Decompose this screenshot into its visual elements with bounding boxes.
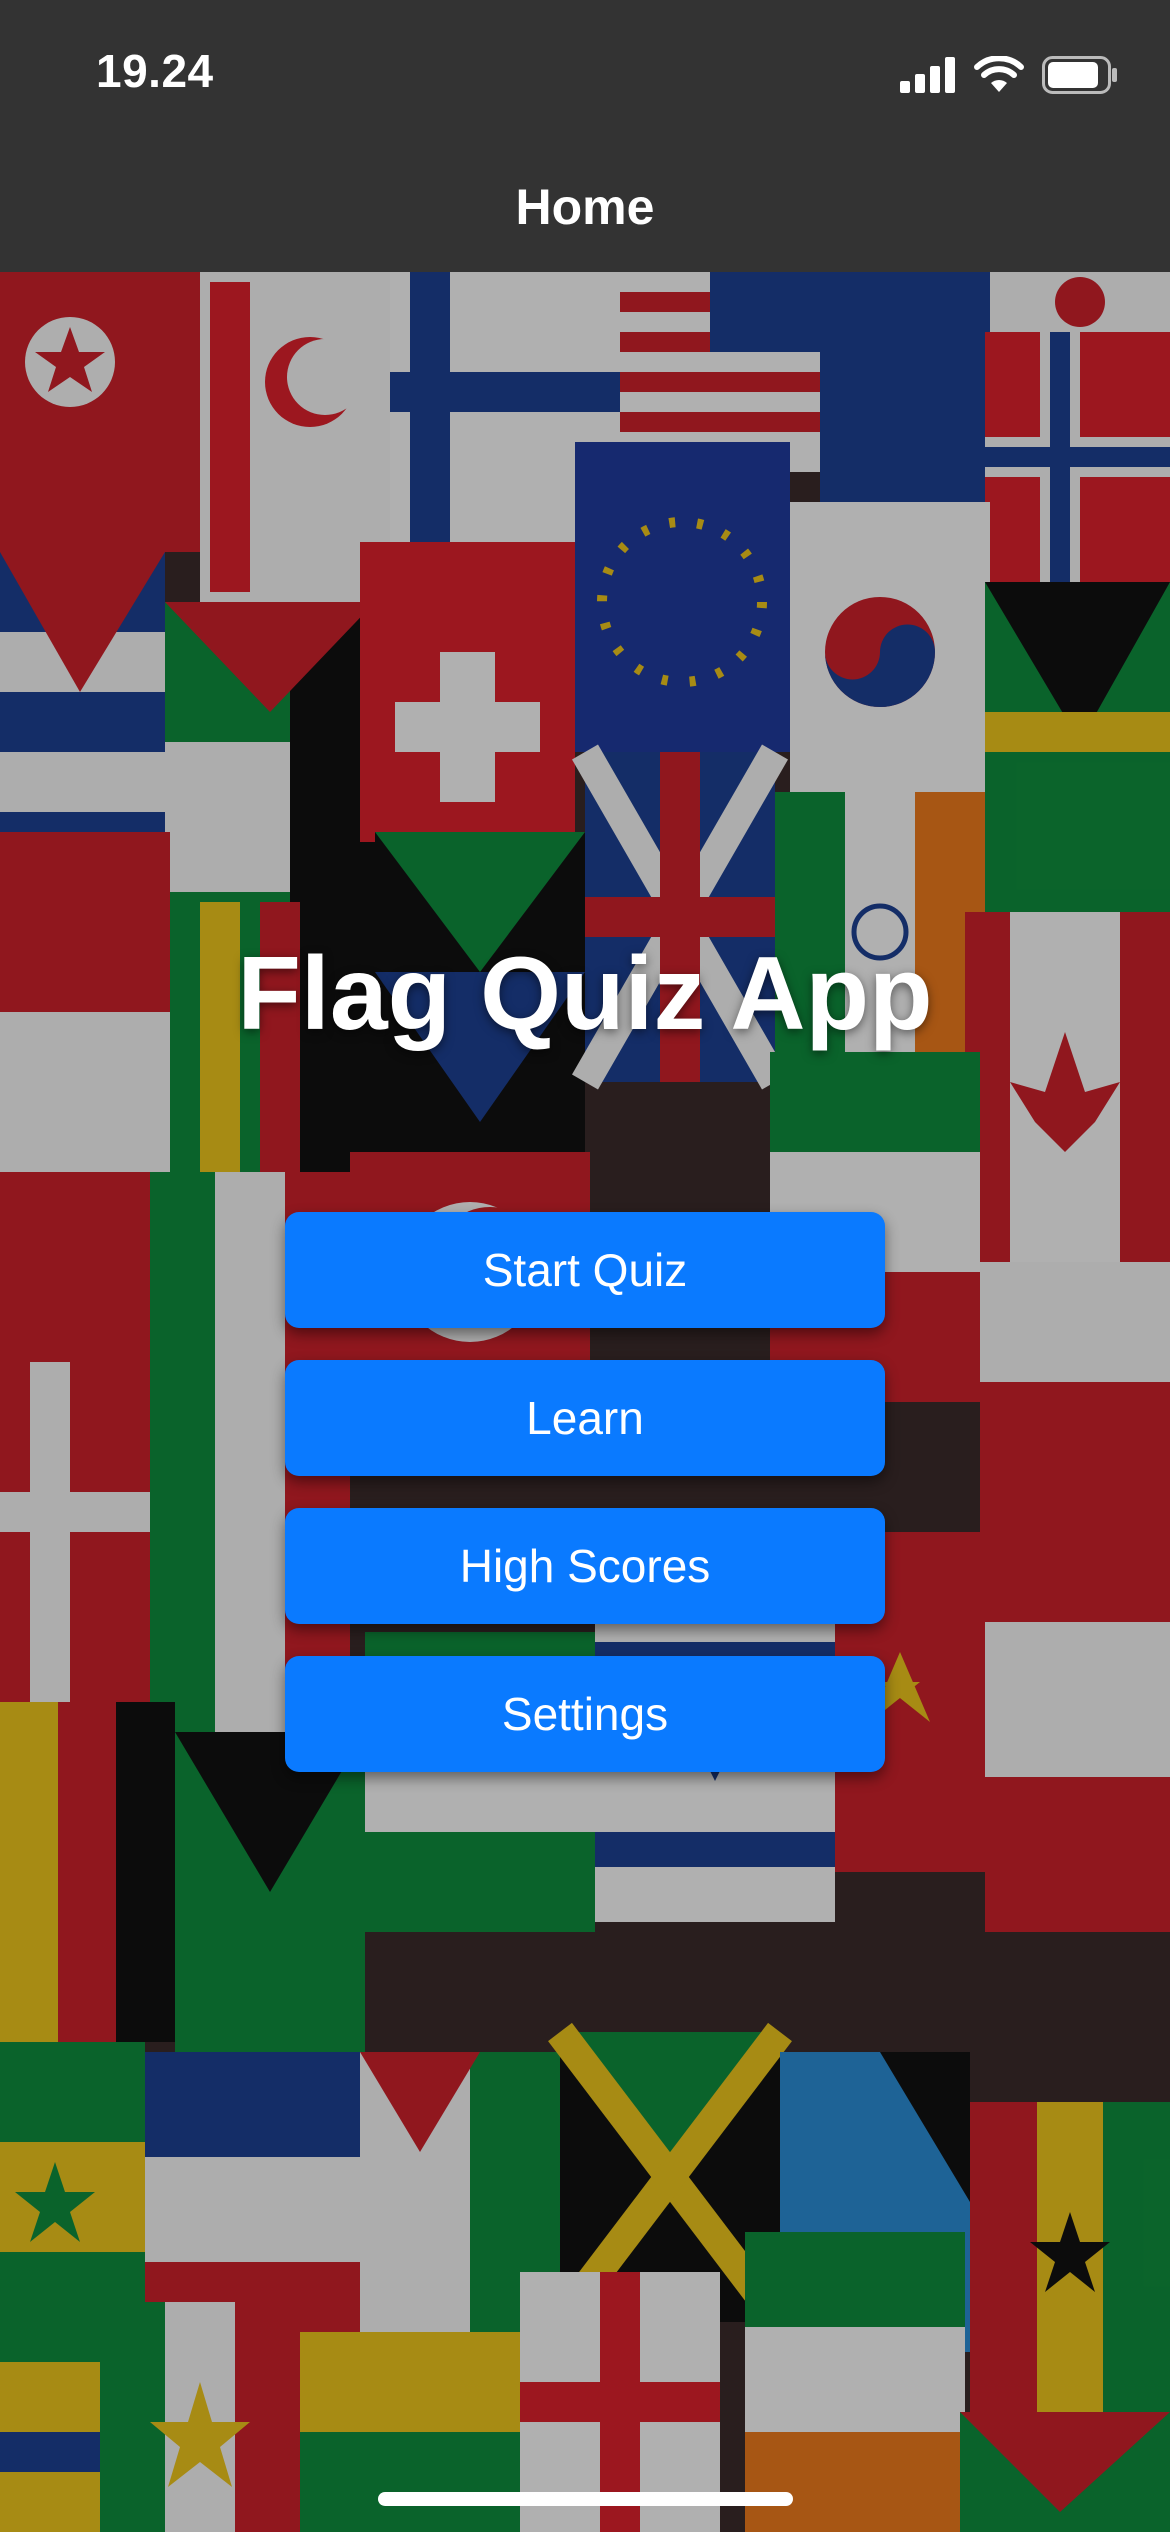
- status-time: 19.24: [96, 45, 214, 97]
- cellular-signal-icon: [900, 57, 955, 93]
- status-icons: [900, 52, 1118, 98]
- nav-title: Home: [515, 179, 655, 235]
- navigation-bar: Home: [0, 150, 1170, 273]
- settings-button[interactable]: Settings: [285, 1656, 885, 1772]
- battery-icon: [1042, 56, 1117, 94]
- start-quiz-button[interactable]: Start Quiz: [285, 1212, 885, 1328]
- high-scores-button[interactable]: High Scores: [285, 1508, 885, 1624]
- home-indicator[interactable]: [378, 2492, 793, 2506]
- app-title: Flag Quiz App: [237, 936, 933, 1052]
- status-bar: 19.24: [0, 0, 1170, 150]
- wifi-icon: [974, 56, 1024, 92]
- main-menu: Start Quiz Learn High Scores Settings: [285, 1212, 885, 1804]
- learn-button[interactable]: Learn: [285, 1360, 885, 1476]
